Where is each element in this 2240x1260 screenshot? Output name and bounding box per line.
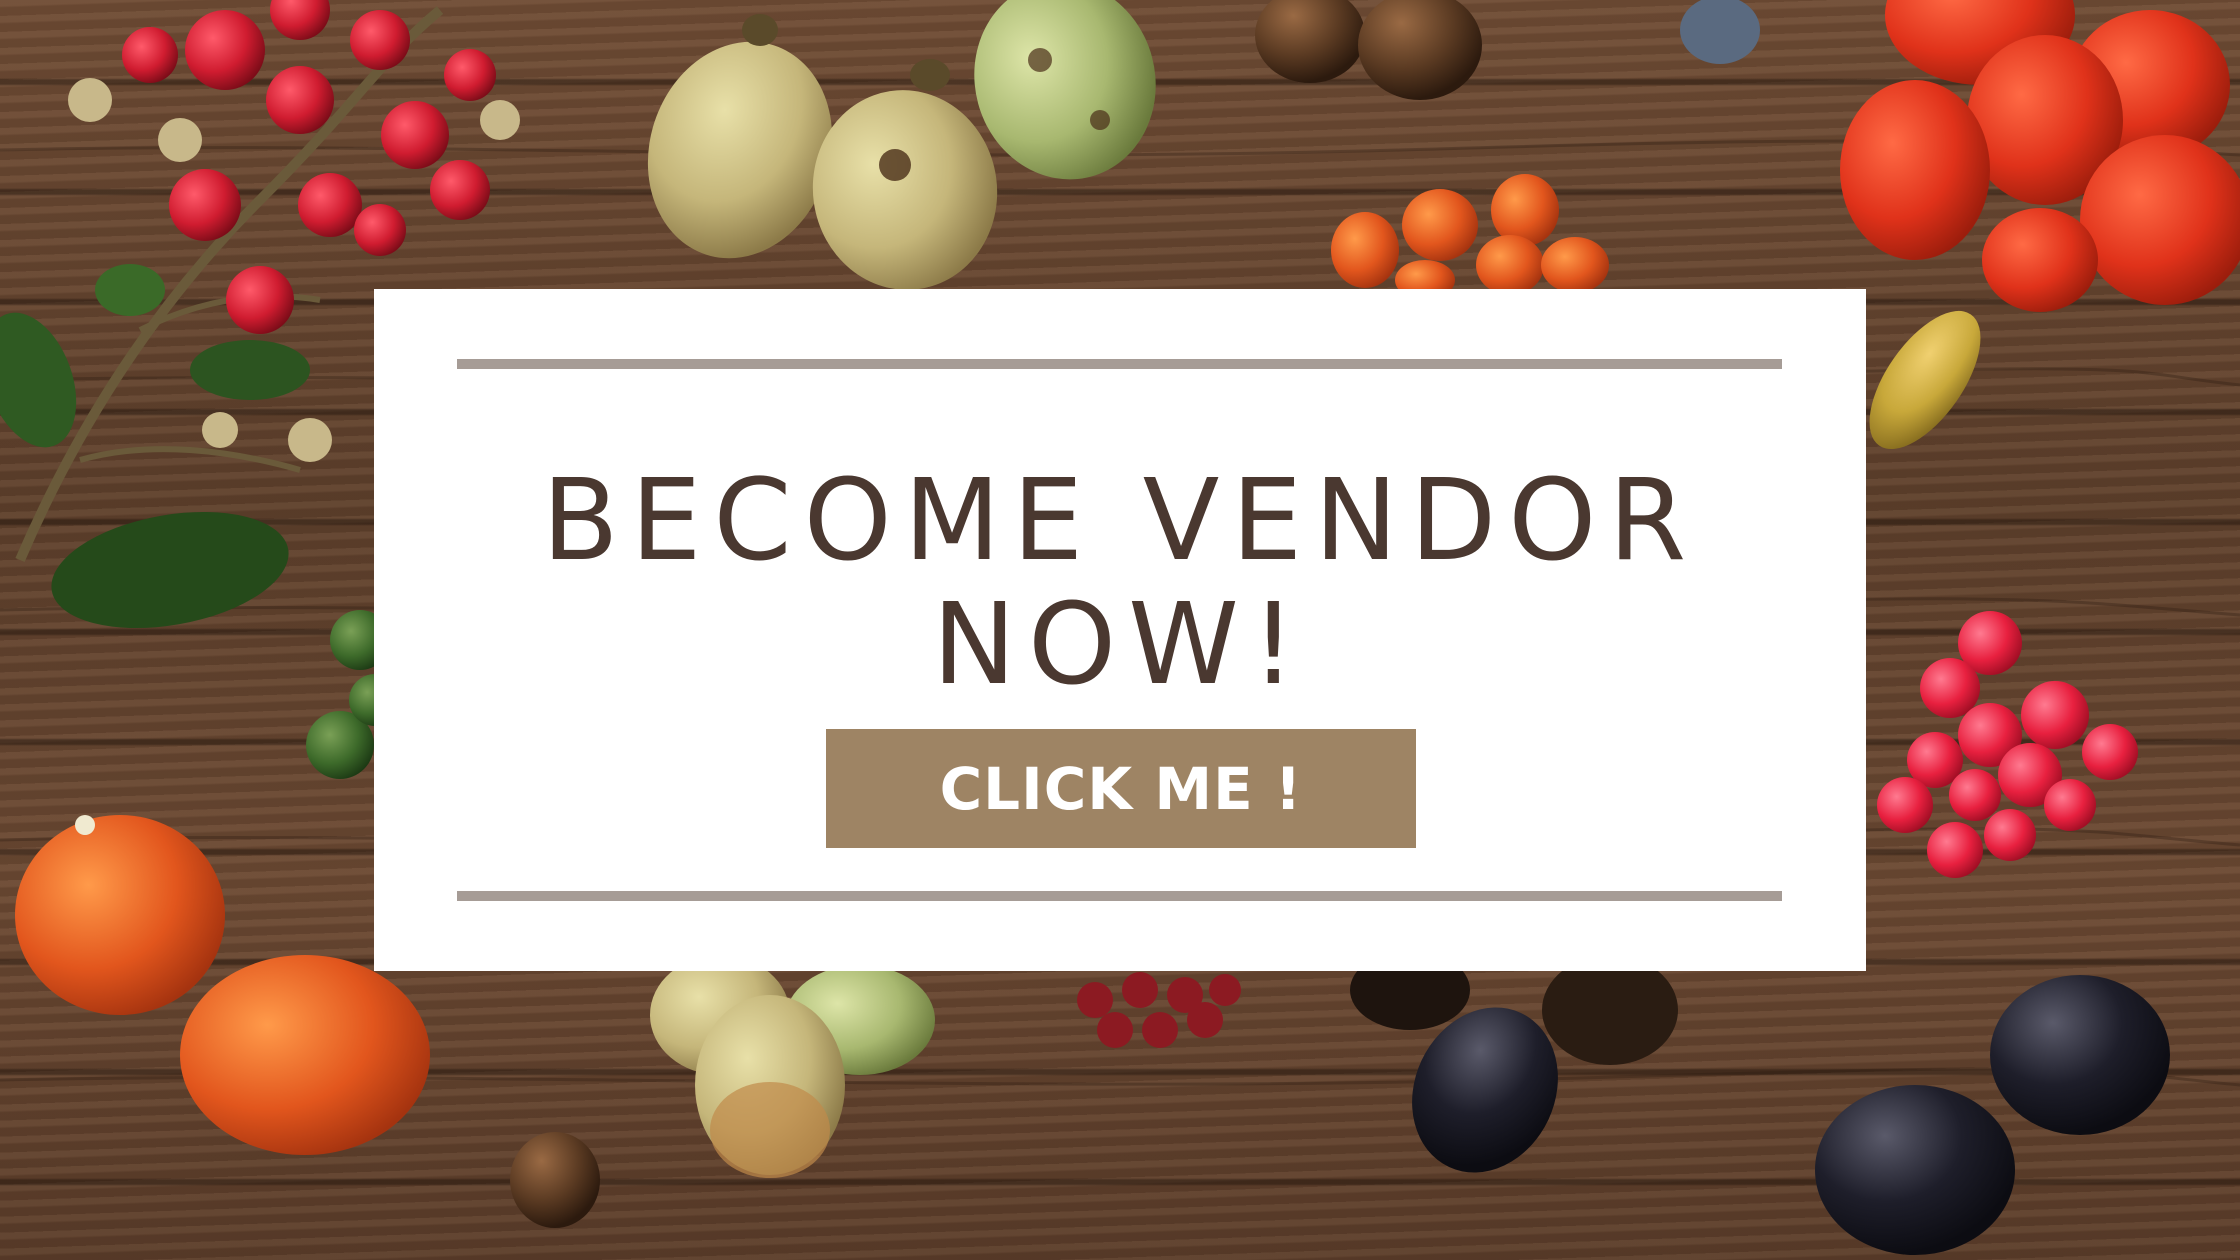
headline-line-2: NOW! xyxy=(932,580,1308,710)
pears-bottom xyxy=(650,955,935,1178)
chestnuts-top xyxy=(1255,0,1760,100)
pink-seeds-right xyxy=(1877,611,2138,878)
top-divider xyxy=(457,359,1782,369)
click-me-button[interactable]: CLICK ME ! xyxy=(826,729,1416,848)
red-fruits-top-right xyxy=(1840,0,2240,450)
headline-line-1: BECOME VENDOR xyxy=(541,456,1699,586)
berries-bottom xyxy=(1077,972,1241,1048)
bottom-divider xyxy=(457,891,1782,901)
pears-top xyxy=(647,0,1156,290)
vendor-signup-card: BECOME VENDOR NOW! CLICK ME ! xyxy=(374,289,1866,971)
headline: BECOME VENDOR NOW! xyxy=(374,459,1866,707)
orange-pods-top xyxy=(1331,174,1609,300)
dark-fruits-bottom xyxy=(1350,950,2170,1255)
banner-stage: BECOME VENDOR NOW! CLICK ME ! xyxy=(0,0,2240,1260)
